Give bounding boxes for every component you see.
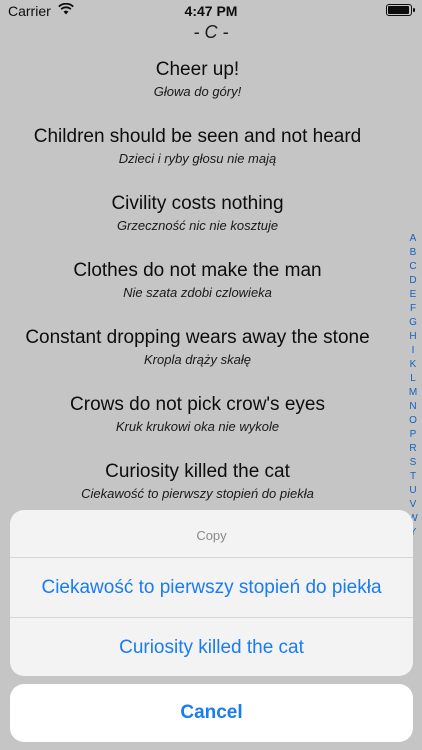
action-sheet-title: Copy (10, 510, 413, 558)
cancel-button[interactable]: Cancel (10, 684, 413, 742)
action-sheet: Copy Ciekawość to pierwszy stopień do pi… (10, 510, 413, 676)
copy-english-button[interactable]: Curiosity killed the cat (10, 617, 413, 676)
copy-polish-button[interactable]: Ciekawość to pierwszy stopień do piekła (10, 558, 413, 617)
